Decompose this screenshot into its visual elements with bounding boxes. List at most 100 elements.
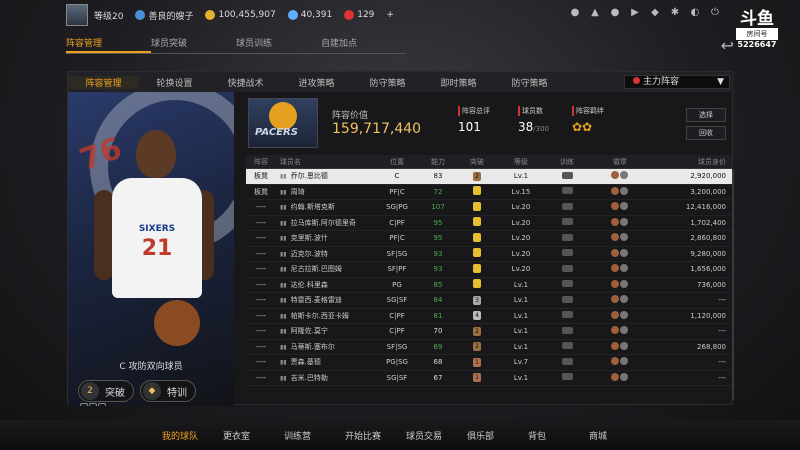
back-arrow-icon[interactable]: ↩	[721, 36, 734, 55]
lineup-bond[interactable]: 阵容羁绊 ✿✿	[572, 106, 604, 134]
shield-icon[interactable]: ◆	[650, 8, 660, 18]
row-badges	[590, 372, 650, 383]
row-ability: 68	[433, 358, 443, 367]
table-row[interactable]: 板凳 ▮▮ 乔尔.恩比德 C 83 2 Lv.1 2,920,000	[246, 169, 732, 185]
row-name: ▮▮ 阿隆佐.莫宁	[276, 326, 374, 336]
player-name: 尼古拉斯.巴图姆	[290, 265, 342, 274]
nav-player-trade[interactable]: 球员交易	[406, 429, 467, 442]
tab-player-training[interactable]: 球员训练	[236, 36, 321, 53]
badge-icon	[620, 233, 628, 242]
signal-icon: ▮▮	[280, 374, 287, 382]
tab-custom-points[interactable]: 自建加点	[321, 36, 406, 53]
user-icon[interactable]: ●	[570, 8, 580, 18]
nav-my-team[interactable]: 我的球队	[162, 429, 223, 442]
breakthrough-button[interactable]: 2 突破	[78, 380, 134, 402]
player-count-value: 38/300	[518, 120, 549, 134]
col-training: 训练	[560, 157, 574, 166]
badge-icon	[611, 372, 619, 381]
table-row[interactable]: 板凳 ▮▮ 周琦 PF|C 72 Lv.15 3,200,000	[246, 185, 732, 200]
nav-start-game[interactable]: 开始比赛	[345, 429, 406, 442]
row-position: PG|SG	[386, 358, 408, 367]
avatar[interactable]	[66, 4, 88, 26]
row-ability: 95	[433, 234, 443, 243]
nav-club[interactable]: 俱乐部	[467, 429, 528, 442]
row-price: 12,416,000	[685, 203, 726, 212]
signal-icon: ▮▮	[280, 250, 287, 258]
player-name: 吉米.巴特勒	[290, 373, 328, 382]
row-badges	[590, 217, 650, 228]
douyu-watermark: 斗鱼 房间号 5226647	[736, 10, 778, 49]
row-price: 1,120,000	[690, 311, 726, 320]
table-row[interactable]: ---- ▮▮ 达伦.科里森 PG 85 Lv.1 736,000	[246, 278, 732, 293]
nav-backpack[interactable]: 背包	[528, 429, 589, 442]
table-row[interactable]: ---- ▮▮ 贾森.基德 PG|SG 68 1 Lv.7 ---	[246, 355, 732, 371]
table-row[interactable]: ---- ▮▮ 约翰.斯塔克斯 SG|PG 107 Lv.20 12,416,000	[246, 200, 732, 216]
row-position: C|PF	[389, 327, 405, 336]
video-icon[interactable]: ▶	[630, 8, 640, 18]
subtab-rotation[interactable]: 轮换设置	[139, 76, 210, 89]
row-name: ▮▮ 迈克尔.波特	[276, 249, 374, 259]
table-scrollbar[interactable]	[732, 170, 734, 400]
row-slot: ----	[255, 280, 267, 289]
table-row[interactable]: ---- ▮▮ 克里斯.波什 PF|C 95 Lv.20 2,860,800	[246, 231, 732, 247]
subtab-defense-2[interactable]: 防守策略	[494, 76, 565, 89]
player-card[interactable]: 76 SIXERS 21 C 攻防双向球员 2 突破 ◆ 特训	[68, 92, 234, 406]
row-slot: ----	[255, 342, 267, 351]
nav-locker-room[interactable]: 更衣室	[223, 429, 284, 442]
row-name: ▮▮ 吉米.巴特勒	[276, 373, 374, 383]
nav-shop[interactable]: 商城	[589, 429, 650, 442]
subtab-quick-tactics[interactable]: 快捷战术	[210, 76, 281, 89]
row-slot: 板凳	[254, 187, 268, 196]
row-price: 268,800	[697, 342, 726, 351]
row-training	[544, 357, 590, 367]
gear-icon[interactable]: ✱	[670, 8, 680, 18]
bell-icon[interactable]: ▲	[590, 8, 600, 18]
row-price: 736,000	[697, 280, 726, 289]
headset-icon[interactable]: ◐	[690, 8, 700, 18]
table-row[interactable]: ---- ▮▮ 迈克尔.波特 SF|SG 93 Lv.20 9,280,000	[246, 247, 732, 262]
subtab-instant[interactable]: 即时策略	[423, 76, 494, 89]
player-name: 迈克尔.波特	[290, 249, 328, 258]
gold-coin-icon	[205, 10, 216, 20]
table-row[interactable]: ---- ▮▮ 特雷西.麦格雷迪 SG|SF 84 3 Lv.1 ---	[246, 293, 732, 309]
table-row[interactable]: ---- ▮▮ 吉米.巴特勒 SG|SF 67 1 Lv.1 ---	[246, 371, 732, 386]
row-slot: 板凳	[254, 172, 268, 181]
lineup-dropdown[interactable]: 主力阵容 ▼	[624, 75, 730, 89]
breakthrough-badge	[473, 217, 481, 227]
row-training	[544, 311, 590, 320]
subtab-lineup[interactable]: 阵容管理	[68, 75, 139, 89]
badge-icon	[620, 202, 628, 211]
breakthrough-badge	[473, 186, 481, 196]
special-training-button[interactable]: ◆ 特训	[140, 380, 196, 402]
subtab-offense[interactable]: 进攻策略	[281, 76, 352, 89]
tab-player-breakthrough[interactable]: 球员突破	[151, 36, 236, 53]
add-currency-button[interactable]: +	[386, 10, 394, 20]
row-training	[544, 373, 590, 382]
row-breakthrough: 4	[456, 311, 498, 321]
row-price: ---	[718, 358, 726, 367]
tab-lineup-management[interactable]: 阵容管理	[66, 36, 151, 53]
table-row[interactable]: ---- ▮▮ 马蒂斯.塞布尔 SF|SG 69 2 Lv.1 268,800	[246, 340, 732, 355]
nav-training-camp[interactable]: 训练营	[284, 429, 345, 442]
subtab-defense[interactable]: 防守策略	[352, 76, 423, 89]
recycle-button[interactable]: 回收	[686, 126, 726, 140]
breakthrough-badge	[473, 248, 481, 258]
power-icon[interactable]: ⏻	[710, 8, 720, 18]
row-name: ▮▮ 乔尔.恩比德	[276, 171, 374, 181]
signal-icon: ▮▮	[280, 204, 287, 212]
training-icon: ◆	[143, 382, 161, 400]
player-name: 约翰.斯塔克斯	[290, 203, 335, 212]
row-slot: ----	[255, 311, 267, 320]
friends-icon[interactable]: ●	[610, 8, 620, 18]
training-badge	[561, 218, 573, 226]
pacers-ball	[269, 102, 297, 130]
table-row[interactable]: ---- ▮▮ 阿隆佐.莫宁 C|PF 70 2 Lv.1 ---	[246, 324, 732, 340]
row-position: SF|SG	[386, 342, 408, 351]
signal-icon: ▮▮	[280, 328, 287, 336]
ticket-value: 129	[357, 10, 375, 20]
table-row[interactable]: ---- ▮▮ 帕斯卡尔.西亚卡姆 C|PF 81 4 Lv.1 1,120,000	[246, 309, 732, 324]
row-ability: 84	[433, 296, 443, 305]
table-row[interactable]: ---- ▮▮ 尼古拉斯.巴图姆 SF|PF 93 Lv.20 1,656,000	[246, 262, 732, 278]
select-button[interactable]: 选择	[686, 108, 726, 122]
table-row[interactable]: ---- ▮▮ 拉马库斯.阿尔德里奇 C|PF 95 Lv.20 1,702,400	[246, 216, 732, 231]
